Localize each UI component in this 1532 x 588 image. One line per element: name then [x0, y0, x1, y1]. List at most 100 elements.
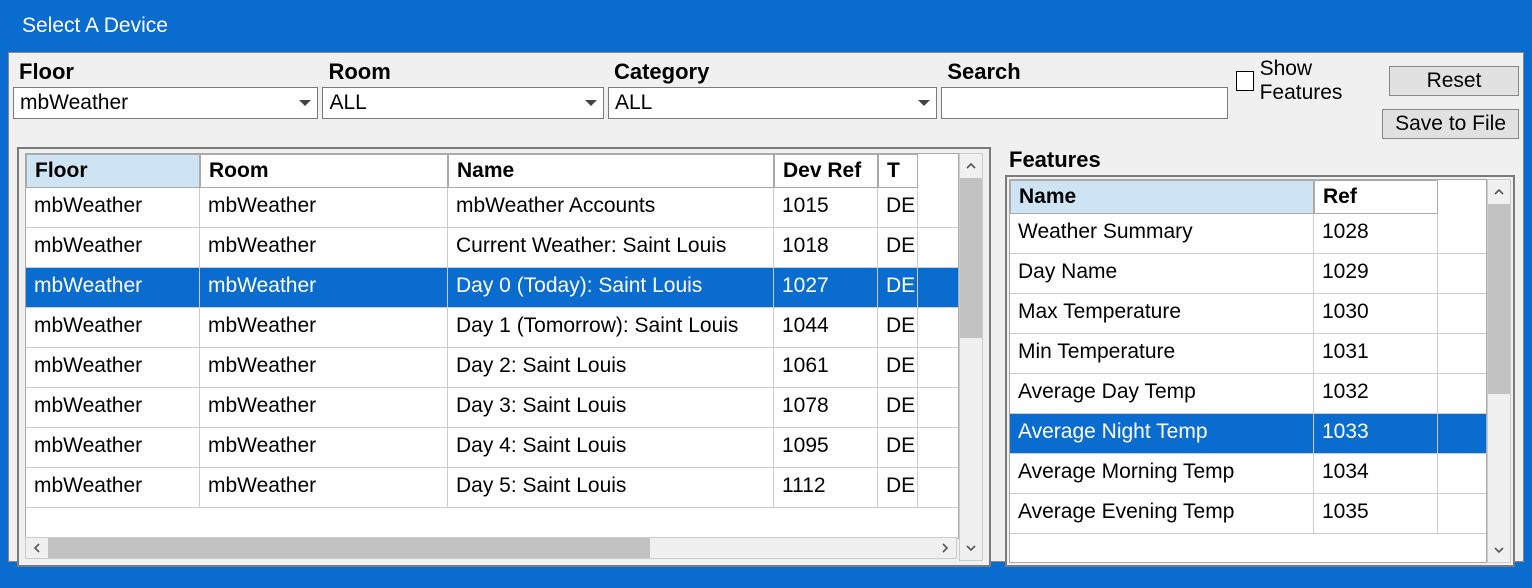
- cell-feature-name: Weather Summary: [1010, 214, 1314, 253]
- header-name[interactable]: Name: [448, 154, 774, 188]
- cell-t: DE: [878, 388, 918, 427]
- scroll-up-icon[interactable]: [960, 154, 982, 178]
- cell-name: Day 5: Saint Louis: [448, 468, 774, 507]
- table-row[interactable]: mbWeathermbWeatherDay 1 (Tomorrow): Sain…: [26, 308, 958, 348]
- filter-category: Category ALL: [608, 57, 937, 139]
- filter-bar: Floor mbWeather Room ALL Category ALL Se…: [9, 53, 1523, 139]
- features-grid-header: Name Ref: [1010, 180, 1486, 214]
- filter-room: Room ALL: [322, 57, 604, 139]
- table-row[interactable]: mbWeathermbWeatherDay 3: Saint Louis1078…: [26, 388, 958, 428]
- cell-feature-name: Average Night Temp: [1010, 414, 1314, 453]
- cell-floor: mbWeather: [26, 268, 200, 307]
- header-floor[interactable]: Floor: [26, 154, 200, 188]
- floor-dropdown[interactable]: mbWeather: [13, 87, 318, 119]
- cell-feature-name: Average Morning Temp: [1010, 454, 1314, 493]
- cell-feature-ref: 1033: [1314, 414, 1438, 453]
- cell-feature-name: Average Evening Temp: [1010, 494, 1314, 533]
- cell-room: mbWeather: [200, 388, 448, 427]
- cell-floor: mbWeather: [26, 348, 200, 387]
- devices-vscrollbar[interactable]: [959, 153, 983, 561]
- table-row[interactable]: Max Temperature1030: [1010, 294, 1486, 334]
- cell-floor: mbWeather: [26, 468, 200, 507]
- table-row[interactable]: Average Morning Temp1034: [1010, 454, 1486, 494]
- table-row[interactable]: mbWeathermbWeatherDay 4: Saint Louis1095…: [26, 428, 958, 468]
- cell-devref: 1061: [774, 348, 878, 387]
- features-grid[interactable]: Name Ref Weather Summary1028Day Name1029…: [1009, 179, 1487, 563]
- devices-hscrollbar[interactable]: [25, 537, 957, 559]
- table-row[interactable]: Average Evening Temp1035: [1010, 494, 1486, 534]
- window-title: Select A Device: [8, 8, 1524, 52]
- reset-button[interactable]: Reset: [1389, 66, 1519, 96]
- table-row[interactable]: Average Night Temp1033: [1010, 414, 1486, 454]
- cell-floor: mbWeather: [26, 188, 200, 227]
- table-row[interactable]: Average Day Temp1032: [1010, 374, 1486, 414]
- cell-name: mbWeather Accounts: [448, 188, 774, 227]
- category-dropdown[interactable]: ALL: [608, 87, 937, 119]
- cell-room: mbWeather: [200, 468, 448, 507]
- table-row[interactable]: mbWeathermbWeatherDay 2: Saint Louis1061…: [26, 348, 958, 388]
- scroll-up-icon[interactable]: [1488, 180, 1510, 204]
- cell-room: mbWeather: [200, 268, 448, 307]
- scroll-right-icon[interactable]: [934, 537, 956, 559]
- cell-feature-name: Min Temperature: [1010, 334, 1314, 373]
- devices-panel: Floor Room Name Dev Ref T mbWeathermbWea…: [17, 147, 991, 567]
- save-to-file-button[interactable]: Save to File: [1382, 109, 1519, 139]
- scroll-left-icon[interactable]: [26, 537, 48, 559]
- category-dropdown-value: ALL: [615, 91, 652, 115]
- cell-feature-ref: 1029: [1314, 254, 1438, 293]
- cell-floor: mbWeather: [26, 308, 200, 347]
- filter-search-label: Search: [941, 57, 1228, 87]
- scroll-down-icon[interactable]: [1488, 538, 1510, 562]
- chevron-down-icon: [585, 100, 597, 106]
- scrollbar-thumb[interactable]: [1488, 204, 1510, 394]
- table-row[interactable]: mbWeathermbWeathermbWeather Accounts1015…: [26, 188, 958, 228]
- header-feature-ref[interactable]: Ref: [1314, 180, 1438, 214]
- cell-floor: mbWeather: [26, 428, 200, 467]
- scrollbar-thumb[interactable]: [48, 538, 650, 558]
- table-row[interactable]: Weather Summary1028: [1010, 214, 1486, 254]
- table-row[interactable]: Day Name1029: [1010, 254, 1486, 294]
- floor-dropdown-value: mbWeather: [20, 91, 128, 115]
- features-label: Features: [1005, 147, 1515, 175]
- cell-feature-ref: 1030: [1314, 294, 1438, 333]
- table-row[interactable]: mbWeathermbWeatherDay 5: Saint Louis1112…: [26, 468, 958, 508]
- table-row[interactable]: Min Temperature1031: [1010, 334, 1486, 374]
- room-dropdown[interactable]: ALL: [322, 87, 604, 119]
- cell-floor: mbWeather: [26, 228, 200, 267]
- features-vscrollbar[interactable]: [1487, 179, 1511, 563]
- header-room[interactable]: Room: [200, 154, 448, 188]
- cell-t: DE: [878, 428, 918, 467]
- cell-devref: 1027: [774, 268, 878, 307]
- cell-feature-name: Max Temperature: [1010, 294, 1314, 333]
- cell-feature-ref: 1034: [1314, 454, 1438, 493]
- filter-room-label: Room: [322, 57, 604, 87]
- cell-name: Day 3: Saint Louis: [448, 388, 774, 427]
- header-feature-name[interactable]: Name: [1010, 180, 1314, 214]
- header-t[interactable]: T: [878, 154, 918, 188]
- scrollbar-thumb[interactable]: [960, 178, 982, 338]
- cell-name: Day 0 (Today): Saint Louis: [448, 268, 774, 307]
- cell-feature-name: Average Day Temp: [1010, 374, 1314, 413]
- filter-floor: Floor mbWeather: [13, 57, 318, 139]
- cell-room: mbWeather: [200, 428, 448, 467]
- cell-feature-ref: 1031: [1314, 334, 1438, 373]
- cell-t: DE: [878, 188, 918, 227]
- search-input[interactable]: [941, 87, 1228, 119]
- cell-t: DE: [878, 308, 918, 347]
- scroll-down-icon[interactable]: [960, 536, 982, 560]
- cell-feature-ref: 1028: [1314, 214, 1438, 253]
- table-row[interactable]: mbWeathermbWeatherCurrent Weather: Saint…: [26, 228, 958, 268]
- show-features-checkbox[interactable]: Show Features: [1236, 57, 1379, 105]
- cell-feature-ref: 1035: [1314, 494, 1438, 533]
- cell-name: Day 4: Saint Louis: [448, 428, 774, 467]
- cell-name: Current Weather: Saint Louis: [448, 228, 774, 267]
- devices-grid[interactable]: Floor Room Name Dev Ref T mbWeathermbWea…: [25, 153, 959, 539]
- filter-search: Search: [941, 57, 1228, 139]
- cell-room: mbWeather: [200, 228, 448, 267]
- cell-room: mbWeather: [200, 188, 448, 227]
- cell-devref: 1112: [774, 468, 878, 507]
- filter-category-label: Category: [608, 57, 937, 87]
- table-row[interactable]: mbWeathermbWeatherDay 0 (Today): Saint L…: [26, 268, 958, 308]
- header-devref[interactable]: Dev Ref: [774, 154, 878, 188]
- cell-name: Day 1 (Tomorrow): Saint Louis: [448, 308, 774, 347]
